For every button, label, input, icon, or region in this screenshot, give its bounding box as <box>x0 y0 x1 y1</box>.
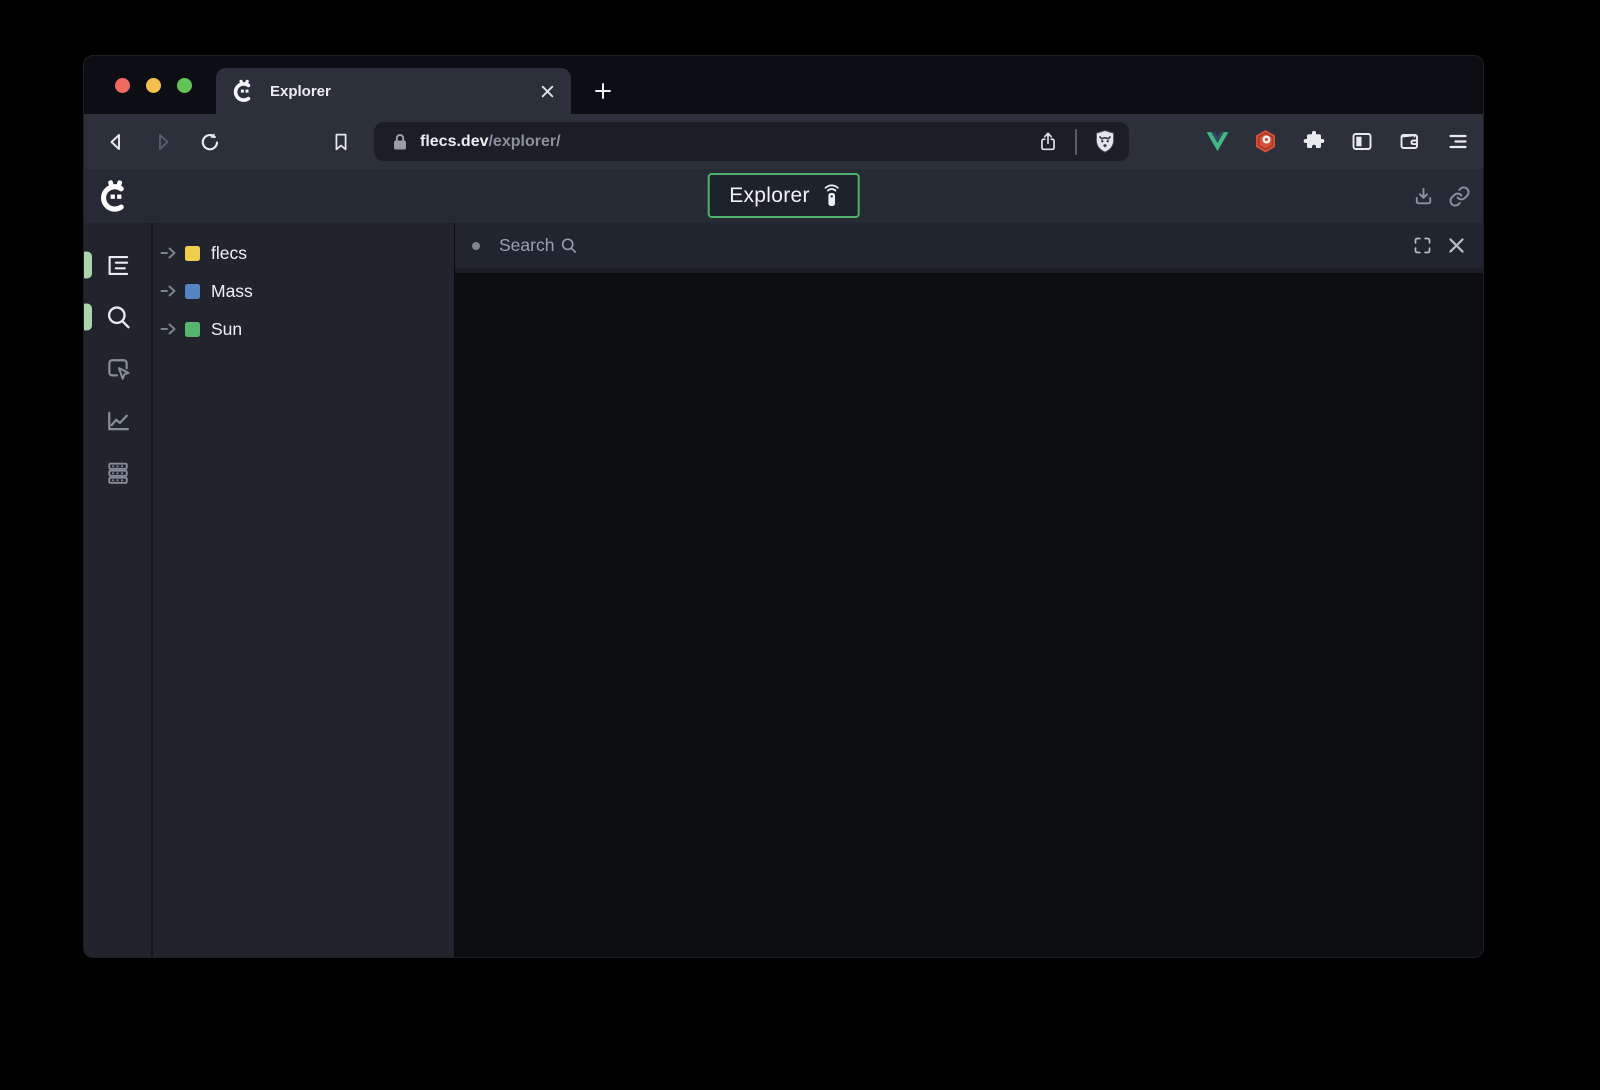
address-bar-divider <box>1075 129 1077 155</box>
rail-item-tree[interactable] <box>84 239 151 291</box>
table-icon <box>104 459 132 487</box>
header-actions <box>1412 169 1471 223</box>
entity-label: flecs <box>211 243 247 264</box>
entity-color-swatch <box>185 246 200 261</box>
hexagon-extension-icon[interactable] <box>1252 128 1279 155</box>
page-title: Explorer <box>729 184 810 208</box>
tab-favicon-flecs-logo-icon <box>232 79 256 103</box>
back-icon[interactable] <box>104 130 128 154</box>
tree-row[interactable]: flecs <box>153 234 454 272</box>
minimize-window-button[interactable] <box>146 78 161 93</box>
link-icon[interactable] <box>1448 185 1471 208</box>
url-path: /explorer/ <box>488 133 560 150</box>
extensions-row <box>1204 128 1471 155</box>
menu-icon[interactable] <box>1444 128 1471 155</box>
close-icon[interactable] <box>1448 237 1465 254</box>
browser-window: Explorer <box>83 55 1484 958</box>
query-bar[interactable]: Search <box>455 223 1483 268</box>
remote-connection-icon <box>822 184 842 208</box>
bookmark-icon[interactable] <box>330 131 352 153</box>
tree-icon <box>104 252 131 279</box>
browser-tab[interactable]: Explorer <box>216 68 571 114</box>
forward-icon[interactable] <box>151 130 175 154</box>
flecs-logo[interactable] <box>98 179 132 213</box>
query-status-dot <box>472 242 480 250</box>
query-placeholder: Search <box>499 235 578 256</box>
tree-row[interactable]: Sun <box>153 310 454 348</box>
explorer-title-button[interactable]: Explorer <box>707 173 860 218</box>
fullscreen-icon[interactable] <box>1412 235 1433 256</box>
lock-icon[interactable] <box>392 133 408 151</box>
tab-close-icon[interactable] <box>540 84 555 99</box>
traffic-lights <box>115 78 192 93</box>
tab-title: Explorer <box>270 83 540 100</box>
page-content: flecs Mass Sun <box>84 223 1483 958</box>
puzzle-extensions-icon[interactable] <box>1300 128 1327 155</box>
wallet-icon[interactable] <box>1396 128 1423 155</box>
url-text: flecs.dev/explorer/ <box>420 133 1037 151</box>
page-header: Explorer <box>84 169 1483 223</box>
search-icon <box>559 236 578 255</box>
address-bar[interactable]: flecs.dev/explorer/ <box>374 122 1129 161</box>
rail-item-chart[interactable] <box>84 395 151 447</box>
url-domain: flecs.dev <box>420 133 488 150</box>
query-panel: Search <box>454 223 1483 958</box>
tab-strip: Explorer <box>84 56 1483 114</box>
entity-color-swatch <box>185 322 200 337</box>
navigation-bar: flecs.dev/explorer/ <box>84 114 1483 169</box>
close-window-button[interactable] <box>115 78 130 93</box>
tree-row[interactable]: Mass <box>153 272 454 310</box>
maximize-window-button[interactable] <box>177 78 192 93</box>
new-tab-button[interactable] <box>585 73 621 109</box>
brave-shield-icon[interactable] <box>1093 129 1117 155</box>
active-indicator <box>83 252 92 279</box>
entity-label: Sun <box>211 319 242 340</box>
download-icon[interactable] <box>1412 185 1435 208</box>
reload-icon[interactable] <box>198 130 222 154</box>
entity-label: Mass <box>211 281 253 302</box>
entity-color-swatch <box>185 284 200 299</box>
inspect-icon <box>104 355 132 383</box>
share-icon[interactable] <box>1037 131 1059 153</box>
expand-arrow-icon[interactable] <box>160 247 177 259</box>
expand-arrow-icon[interactable] <box>160 285 177 297</box>
rail-item-inspect[interactable] <box>84 343 151 395</box>
rail-item-table[interactable] <box>84 447 151 499</box>
result-canvas <box>455 273 1483 958</box>
expand-arrow-icon[interactable] <box>160 323 177 335</box>
active-indicator <box>83 304 92 331</box>
icon-rail <box>84 223 153 958</box>
vue-devtools-icon[interactable] <box>1204 128 1231 155</box>
entity-tree-panel: flecs Mass Sun <box>153 223 454 958</box>
side-panel-icon[interactable] <box>1348 128 1375 155</box>
rail-item-search[interactable] <box>84 291 151 343</box>
chart-icon <box>104 407 132 435</box>
search-icon <box>104 303 132 331</box>
